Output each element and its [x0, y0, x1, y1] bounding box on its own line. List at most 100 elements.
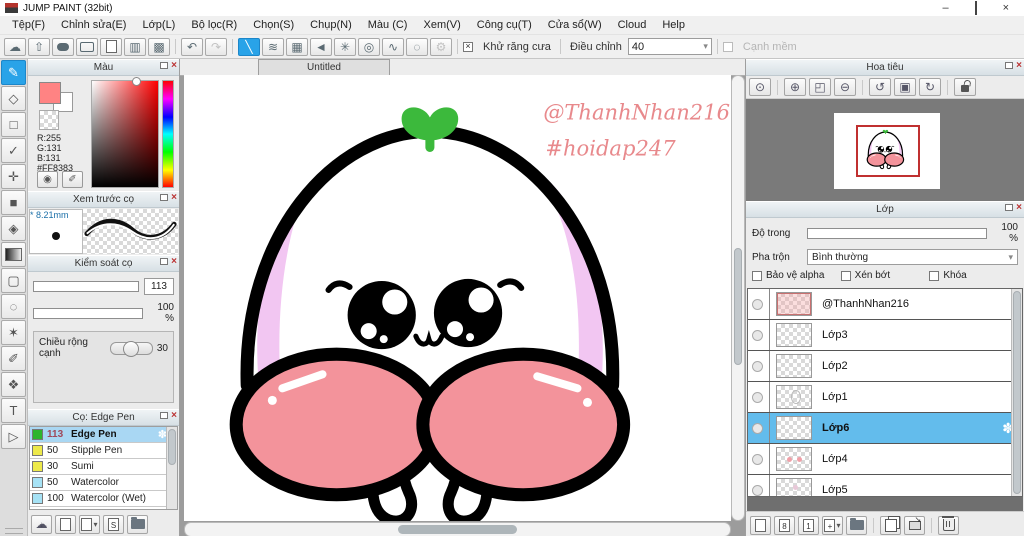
close-icon[interactable]: ×: [1016, 61, 1022, 71]
visibility-toggle[interactable]: [752, 453, 763, 465]
comment-button[interactable]: [52, 37, 74, 56]
settings-gear-button[interactable]: ⚙: [430, 37, 452, 56]
lock-checkbox[interactable]: [929, 270, 940, 281]
close-icon[interactable]: ×: [1016, 203, 1022, 213]
close-icon[interactable]: ×: [171, 257, 177, 267]
soft-edge-checkbox[interactable]: [722, 41, 733, 52]
navigator-preview[interactable]: [746, 99, 1024, 201]
scrollbar-thumb[interactable]: [168, 429, 176, 465]
select-pen-tool-button[interactable]: ✐: [1, 346, 26, 371]
scrollbar-thumb[interactable]: [734, 248, 742, 365]
lock-button[interactable]: [954, 78, 976, 96]
hatch-tool-button[interactable]: ≋: [262, 37, 284, 56]
scrollbar-thumb[interactable]: [1013, 291, 1021, 494]
transparent-swatch[interactable]: [39, 110, 59, 130]
zoom-out-button[interactable]: ⊖: [834, 78, 856, 96]
strip-grip[interactable]: [4, 528, 23, 534]
brush-size-slider[interactable]: [33, 281, 139, 292]
menu-select[interactable]: Chọn(S): [245, 17, 302, 33]
eraser-tool-button[interactable]: ◇: [1, 86, 26, 111]
hue-bar[interactable]: [162, 80, 174, 188]
duplicate-layer-button[interactable]: [880, 515, 901, 535]
foreground-color-swatch[interactable]: [39, 82, 61, 104]
layer-list-scrollbar[interactable]: [1011, 289, 1022, 496]
popout-icon[interactable]: [1005, 62, 1014, 69]
edge-width-knob[interactable]: [123, 340, 140, 357]
visibility-toggle[interactable]: [752, 422, 763, 434]
menu-edit[interactable]: Chỉnh sửa(E): [53, 17, 134, 33]
chat-button[interactable]: [76, 37, 98, 56]
layer-row-lop5[interactable]: Lớp5: [748, 475, 1022, 496]
brush-folder-button[interactable]: [127, 514, 148, 534]
menu-window[interactable]: Cửa sổ(W): [540, 17, 610, 33]
menu-file[interactable]: Tệp(F): [4, 17, 53, 33]
panel-layout-button[interactable]: ▥: [124, 37, 146, 56]
layer-row-lop3[interactable]: Lớp3: [748, 320, 1022, 351]
polyline-tool-button[interactable]: ✓: [1, 138, 26, 163]
dashed-circle-button[interactable]: ◌: [406, 37, 428, 56]
color-wheel-button[interactable]: ◉: [37, 171, 58, 188]
adjust-dropdown[interactable]: 40 ▾: [627, 38, 712, 55]
magic-wand-tool-button[interactable]: ✶: [1, 320, 26, 345]
brush-item-edge-pen[interactable]: 113 Edge Pen ✽: [30, 427, 177, 443]
document-tab[interactable]: Untitled: [258, 59, 390, 75]
popout-icon[interactable]: [160, 412, 169, 419]
lasso-tool-button[interactable]: ◌: [1, 294, 26, 319]
redo-button[interactable]: ↷: [205, 37, 227, 56]
scrollbar-thumb[interactable]: [397, 525, 518, 534]
brush-item-stipple-pen[interactable]: 50 Stipple Pen: [30, 443, 177, 459]
edge-width-slider[interactable]: [110, 340, 153, 357]
new-1bit-layer-button[interactable]: 1: [798, 515, 819, 535]
cloud-button[interactable]: ☁: [4, 37, 26, 56]
grid-tool-button[interactable]: ▦: [286, 37, 308, 56]
new-brush-button[interactable]: [55, 514, 76, 534]
brush-item-watercolor-wet[interactable]: 100 Watercolor (Wet): [30, 491, 177, 507]
visibility-toggle[interactable]: [752, 298, 763, 310]
zoom-fit-button[interactable]: ◰: [809, 78, 831, 96]
blend-dropdown[interactable]: Bình thường ▾: [807, 249, 1018, 265]
popout-icon[interactable]: [160, 258, 169, 265]
concentric-button[interactable]: ◎: [358, 37, 380, 56]
zoom-in-button[interactable]: ⊕: [784, 78, 806, 96]
brush-tool-button[interactable]: ✎: [1, 60, 26, 85]
brush-list-scrollbar[interactable]: [166, 427, 177, 509]
visibility-toggle[interactable]: [752, 360, 763, 372]
popout-icon[interactable]: [1005, 204, 1014, 211]
brush-opacity-slider[interactable]: [33, 307, 143, 319]
new-brush-menu-button[interactable]: ▾: [79, 514, 100, 534]
rotate-cw-button[interactable]: ↻: [919, 78, 941, 96]
layer-row-lop6[interactable]: Lớp6 ✽: [748, 413, 1022, 444]
new-layer-button[interactable]: [750, 515, 771, 535]
share-button[interactable]: ⇧: [28, 37, 50, 56]
close-icon[interactable]: ×: [171, 61, 177, 71]
bucket-tool-button[interactable]: ◈: [1, 216, 26, 241]
layer-row-thanhnhan216[interactable]: @ThanhNhan216: [748, 289, 1022, 320]
menu-view[interactable]: Xem(V): [415, 17, 468, 33]
select-rect-tool-button[interactable]: ▢: [1, 268, 26, 293]
palette-edit-button[interactable]: ▩: [148, 37, 170, 56]
menu-help[interactable]: Help: [654, 17, 693, 33]
brush-size-value[interactable]: 113: [144, 278, 174, 295]
burst-lines-button[interactable]: ✳: [334, 37, 356, 56]
line-tool-button[interactable]: ╲: [238, 37, 260, 56]
brush-cloud-download-button[interactable]: ☁: [31, 514, 52, 534]
undo-button[interactable]: ↶: [181, 37, 203, 56]
move-tool-button[interactable]: ✛: [1, 164, 26, 189]
merge-layer-button[interactable]: [904, 515, 925, 535]
rectangle-tool-button[interactable]: □: [1, 112, 26, 137]
new-8bit-layer-button[interactable]: 8: [774, 515, 795, 535]
text-tool-button[interactable]: T: [1, 398, 26, 423]
color-picker-button[interactable]: ✐: [62, 171, 83, 188]
canvas-horizontal-scrollbar[interactable]: [184, 522, 731, 536]
curve-tool-button[interactable]: ∿: [382, 37, 404, 56]
menu-layer[interactable]: Lớp(L): [134, 17, 183, 33]
popout-icon[interactable]: [160, 62, 169, 69]
layer-row-lop4[interactable]: Lớp4: [748, 444, 1022, 475]
select-shape-tool-button[interactable]: ▷: [1, 424, 26, 449]
layer-row-lop2[interactable]: Lớp2: [748, 351, 1022, 382]
add-layer-menu-button[interactable]: + ▾: [822, 515, 843, 535]
clipping-checkbox[interactable]: [840, 270, 851, 281]
minimize-button[interactable]: –: [942, 3, 948, 14]
visibility-toggle[interactable]: [752, 329, 763, 341]
close-icon[interactable]: ×: [171, 193, 177, 203]
